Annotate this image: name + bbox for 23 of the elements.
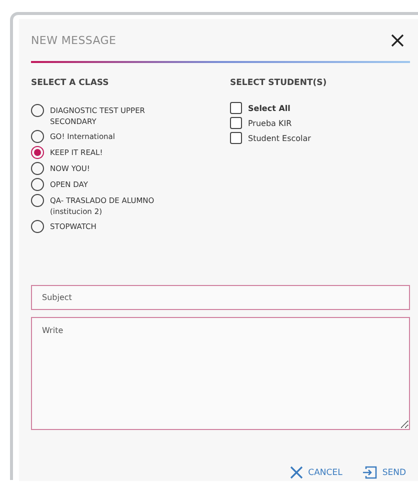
close-icon[interactable]: [391, 34, 404, 48]
radio-button[interactable]: [31, 162, 44, 176]
radio-button[interactable]: [31, 130, 44, 144]
send-icon: [362, 466, 378, 479]
close-icon: [290, 466, 304, 479]
radio-button[interactable]: [31, 194, 44, 208]
send-button[interactable]: SEND: [360, 464, 408, 481]
message-field[interactable]: Write: [31, 317, 410, 430]
student-label: Student Escolar: [248, 134, 311, 143]
radio-button[interactable]: [31, 146, 44, 160]
checkbox[interactable]: [230, 132, 242, 144]
subject-field[interactable]: Subject: [31, 285, 410, 310]
cancel-button[interactable]: CANCEL: [288, 464, 344, 481]
radio-button[interactable]: [31, 178, 44, 192]
checkbox[interactable]: [230, 102, 242, 114]
checkbox[interactable]: [230, 117, 242, 130]
student-label: Prueba KIR: [248, 118, 292, 128]
student-label: Select All: [248, 104, 290, 113]
radio-button[interactable]: [31, 104, 44, 118]
section-heading: SELECT A CLASS: [31, 78, 110, 88]
section-heading: SELECT STUDENT(S): [230, 78, 327, 88]
radio-button[interactable]: [31, 220, 44, 234]
dialog-title: NEW MESSAGE: [31, 34, 116, 48]
